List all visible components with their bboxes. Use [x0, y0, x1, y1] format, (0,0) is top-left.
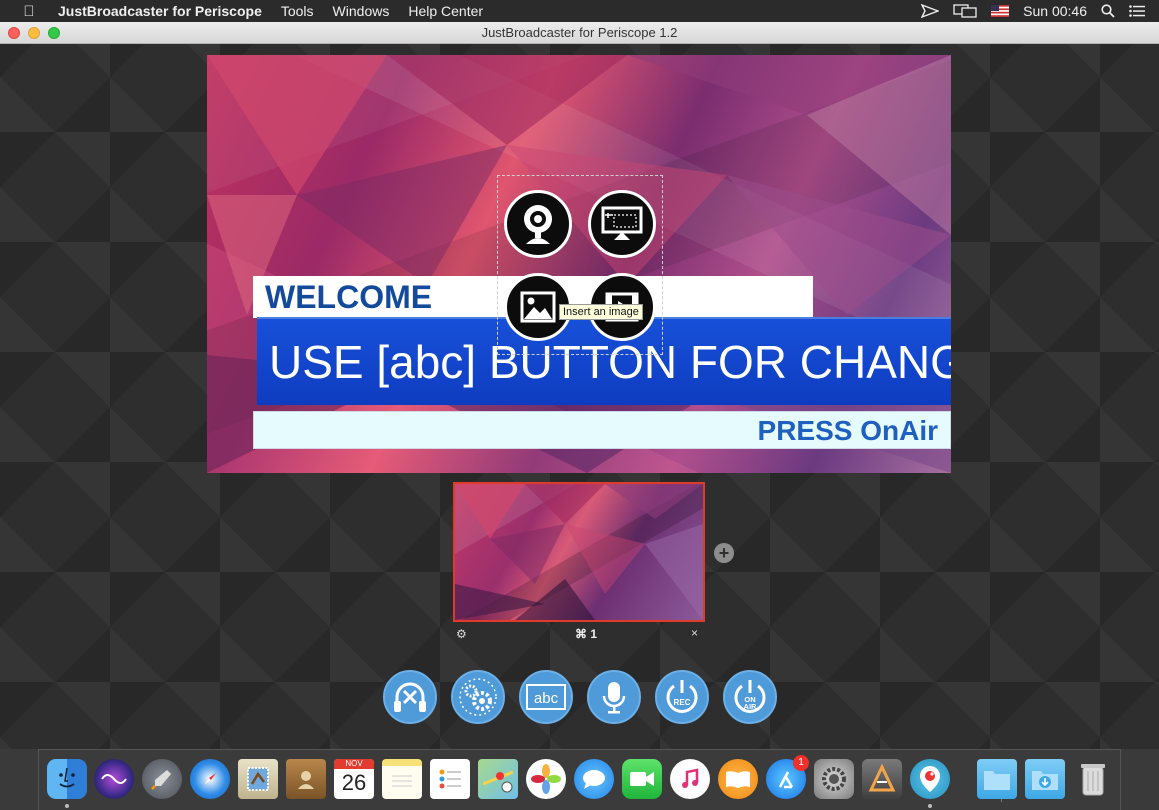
app-store-badge: 1 [793, 755, 809, 771]
xcode-instruments-icon[interactable] [862, 759, 902, 799]
insert-image-icon [520, 291, 556, 323]
trash-icon[interactable] [1073, 759, 1113, 799]
app-store-icon[interactable]: 1 [766, 755, 809, 799]
periscope-running-indicator [928, 804, 932, 808]
clock[interactable]: Sun 00:46 [1023, 3, 1087, 19]
messages-icon[interactable] [574, 759, 614, 799]
system-preferences-icon[interactable] [814, 759, 854, 799]
calendar-month: NOV [334, 759, 374, 769]
notes-icon[interactable] [382, 759, 422, 799]
finder-icon[interactable] [47, 759, 87, 799]
menu-tools[interactable]: Tools [281, 3, 314, 19]
apple-menu-icon[interactable]:  [20, 3, 38, 20]
photos-icon[interactable] [526, 759, 566, 799]
contacts-icon[interactable] [286, 759, 326, 799]
finder-running-indicator [65, 804, 69, 808]
calendar-day: 26 [341, 770, 367, 795]
settings-gears-icon [459, 678, 497, 716]
press-onair-lower-third[interactable]: PRESS OnAir [253, 411, 951, 449]
abc-label: abc [534, 690, 559, 707]
menubar-status-area: Sun 00:46 [921, 0, 1159, 22]
window-title: JustBroadcaster for Periscope 1.2 [481, 25, 678, 40]
reminders-icon[interactable] [430, 759, 470, 799]
press-onair-text: PRESS OnAir [757, 415, 938, 446]
us-flag-icon[interactable] [991, 5, 1010, 17]
audio-output-button[interactable] [383, 670, 437, 724]
window-titlebar[interactable]: JustBroadcaster for Periscope 1.2 [0, 22, 1159, 44]
menu-windows[interactable]: Windows [333, 3, 390, 19]
window-zoom-button[interactable] [48, 27, 60, 39]
webcam-icon [524, 205, 552, 244]
headphones-muted-icon [394, 682, 426, 712]
scene-thumbnail-1[interactable] [453, 482, 705, 622]
webcam-source-button[interactable] [504, 190, 572, 258]
air-label: AIR [744, 702, 758, 711]
safari-icon[interactable] [190, 759, 230, 799]
menu-bar:  JustBroadcaster for Periscope Tools Wi… [0, 0, 1159, 22]
send-icon[interactable] [921, 4, 940, 18]
itunes-icon[interactable] [670, 759, 710, 799]
window-close-button[interactable] [8, 27, 20, 39]
ibooks-icon[interactable] [718, 759, 758, 799]
scene-shortcut-label: ⌘ 1 [574, 627, 597, 641]
facetime-icon[interactable] [622, 759, 662, 799]
scene-close-icon[interactable]: × [691, 626, 698, 640]
source-picker [497, 175, 663, 355]
screen-capture-source-button[interactable] [588, 190, 656, 258]
microphone-button[interactable] [587, 670, 641, 724]
periscope-icon[interactable] [910, 759, 950, 799]
rec-label: REC [674, 698, 691, 707]
notification-center-icon[interactable] [1129, 5, 1145, 17]
dock: NOV 26 1 [38, 749, 1121, 810]
abc-text-icon: abc [526, 684, 566, 710]
broadcast-preview[interactable]: WELCOME USE [abc] BUTTON FOR CHANGE PRES… [207, 55, 951, 473]
menu-help-center[interactable]: Help Center [408, 3, 483, 19]
downloads-folder-icon[interactable] [1025, 759, 1065, 799]
insert-image-tooltip: Insert an image [559, 304, 643, 320]
siri-icon[interactable] [94, 759, 134, 799]
on-air-button[interactable]: ON AIR [723, 670, 777, 724]
window-minimize-button[interactable] [28, 27, 40, 39]
applications-folder-icon[interactable] [977, 759, 1017, 799]
app-window: JustBroadcaster for Periscope 1.2 WELCOM… [0, 22, 1159, 749]
display-mirroring-icon[interactable] [953, 4, 977, 18]
record-button[interactable]: REC [655, 670, 709, 724]
welcome-text: WELCOME [265, 279, 433, 315]
on-air-power-icon: ON AIR [734, 680, 766, 713]
spotlight-search-icon[interactable] [1101, 4, 1115, 18]
add-scene-button[interactable]: + [714, 543, 734, 563]
text-overlay-abc-button[interactable]: abc [519, 670, 573, 724]
maps-icon[interactable] [478, 759, 518, 799]
calendar-icon[interactable]: NOV 26 [334, 759, 374, 799]
microphone-icon [602, 682, 626, 714]
menu-app-name[interactable]: JustBroadcaster for Periscope [58, 3, 262, 19]
settings-button[interactable] [451, 670, 505, 724]
rec-power-icon: REC [666, 680, 698, 713]
mail-stamp-icon[interactable] [238, 759, 278, 799]
scene-settings-gear-icon[interactable]: ⚙ [456, 627, 467, 641]
launchpad-icon[interactable] [142, 759, 182, 799]
screen-capture-icon [601, 206, 643, 240]
scene-thumbnail-image [455, 484, 703, 620]
